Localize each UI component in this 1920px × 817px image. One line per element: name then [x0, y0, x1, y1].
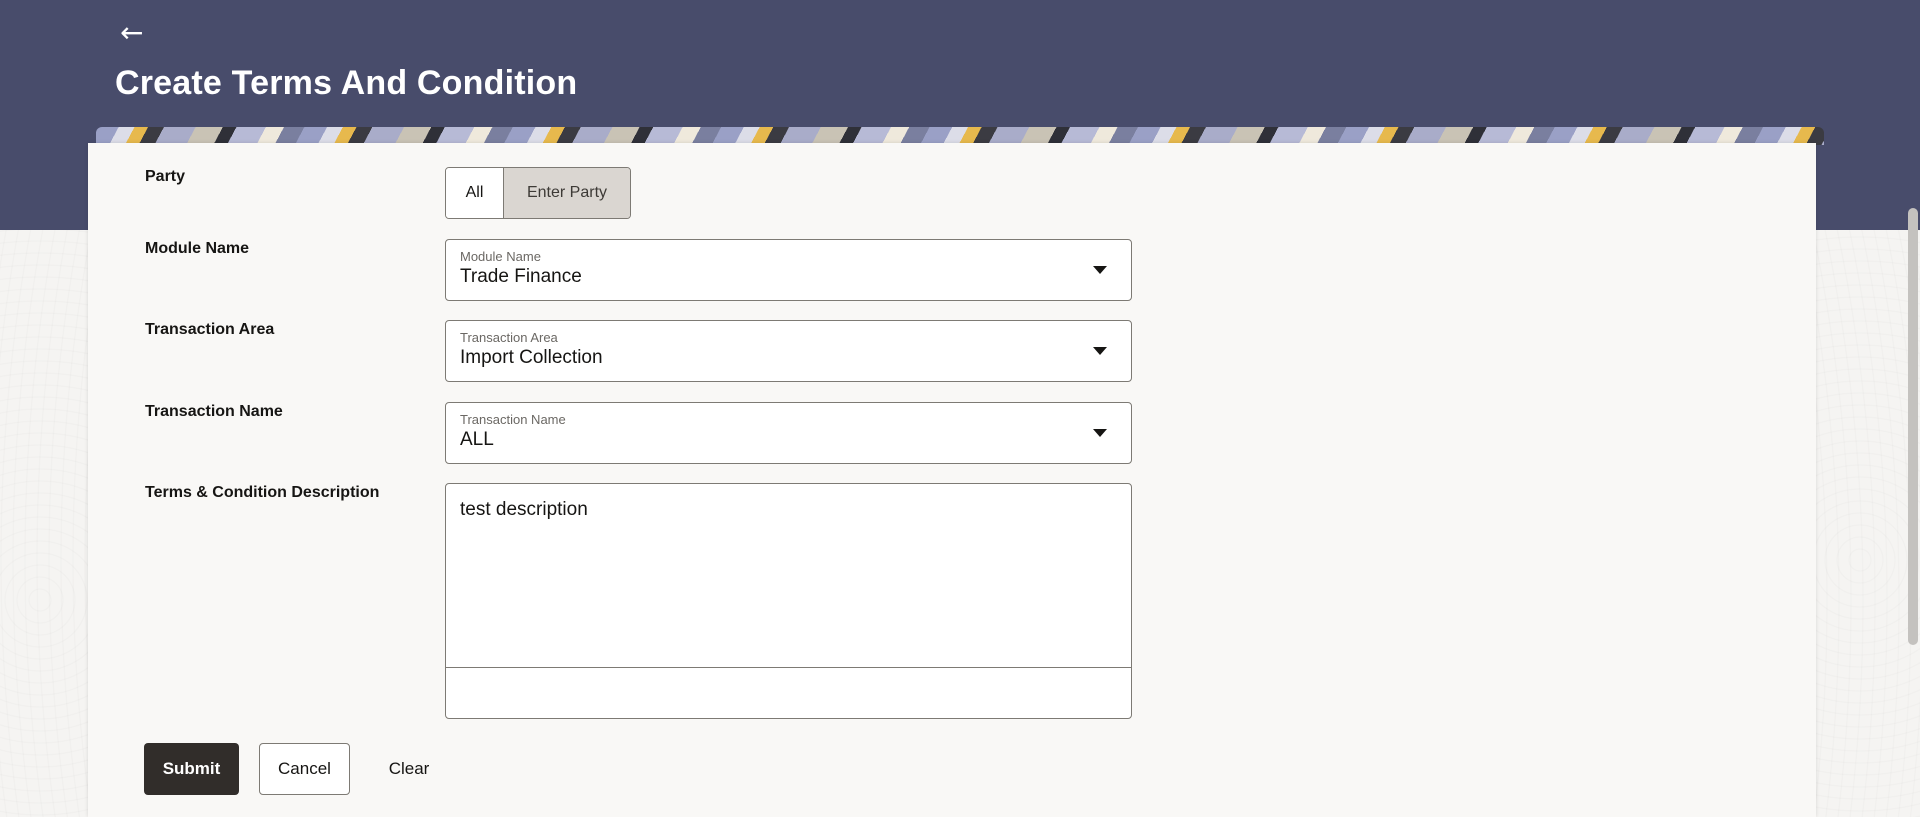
transaction-area-field-label: Transaction Area	[460, 330, 558, 345]
transaction-name-field-label: Transaction Name	[460, 412, 566, 427]
transaction-area-value: Import Collection	[460, 347, 603, 368]
chevron-down-icon	[1093, 347, 1107, 355]
module-name-value: Trade Finance	[460, 266, 582, 287]
party-toggle: All Enter Party	[445, 167, 631, 219]
transaction-name-value: ALL	[460, 429, 494, 450]
description-textarea[interactable]: test description	[445, 483, 1132, 719]
cancel-button[interactable]: Cancel	[259, 743, 350, 795]
description-value: test description	[460, 499, 588, 520]
party-option-all[interactable]: All	[446, 168, 504, 218]
page-title: Create Terms And Condition	[115, 64, 578, 102]
module-name-label: Module Name	[145, 240, 250, 257]
chevron-down-icon	[1093, 429, 1107, 437]
transaction-area-label: Transaction Area	[145, 321, 275, 338]
module-name-select[interactable]: Module Name Trade Finance	[445, 239, 1132, 301]
clear-button[interactable]: Clear	[372, 743, 446, 795]
module-name-field-label: Module Name	[460, 249, 541, 264]
transaction-area-select[interactable]: Transaction Area Import Collection	[445, 320, 1132, 382]
transaction-name-label: Transaction Name	[145, 403, 283, 420]
party-option-enter-party[interactable]: Enter Party	[504, 168, 630, 218]
transaction-name-select[interactable]: Transaction Name ALL	[445, 402, 1132, 464]
description-label: Terms & Condition Description	[145, 484, 380, 501]
chevron-down-icon	[1093, 266, 1107, 274]
submit-button[interactable]: Submit	[144, 743, 239, 795]
page-scrollbar[interactable]	[1908, 208, 1918, 645]
back-arrow-icon[interactable]: ←	[120, 16, 154, 50]
textarea-divider	[445, 667, 1132, 668]
party-label: Party	[145, 168, 186, 185]
